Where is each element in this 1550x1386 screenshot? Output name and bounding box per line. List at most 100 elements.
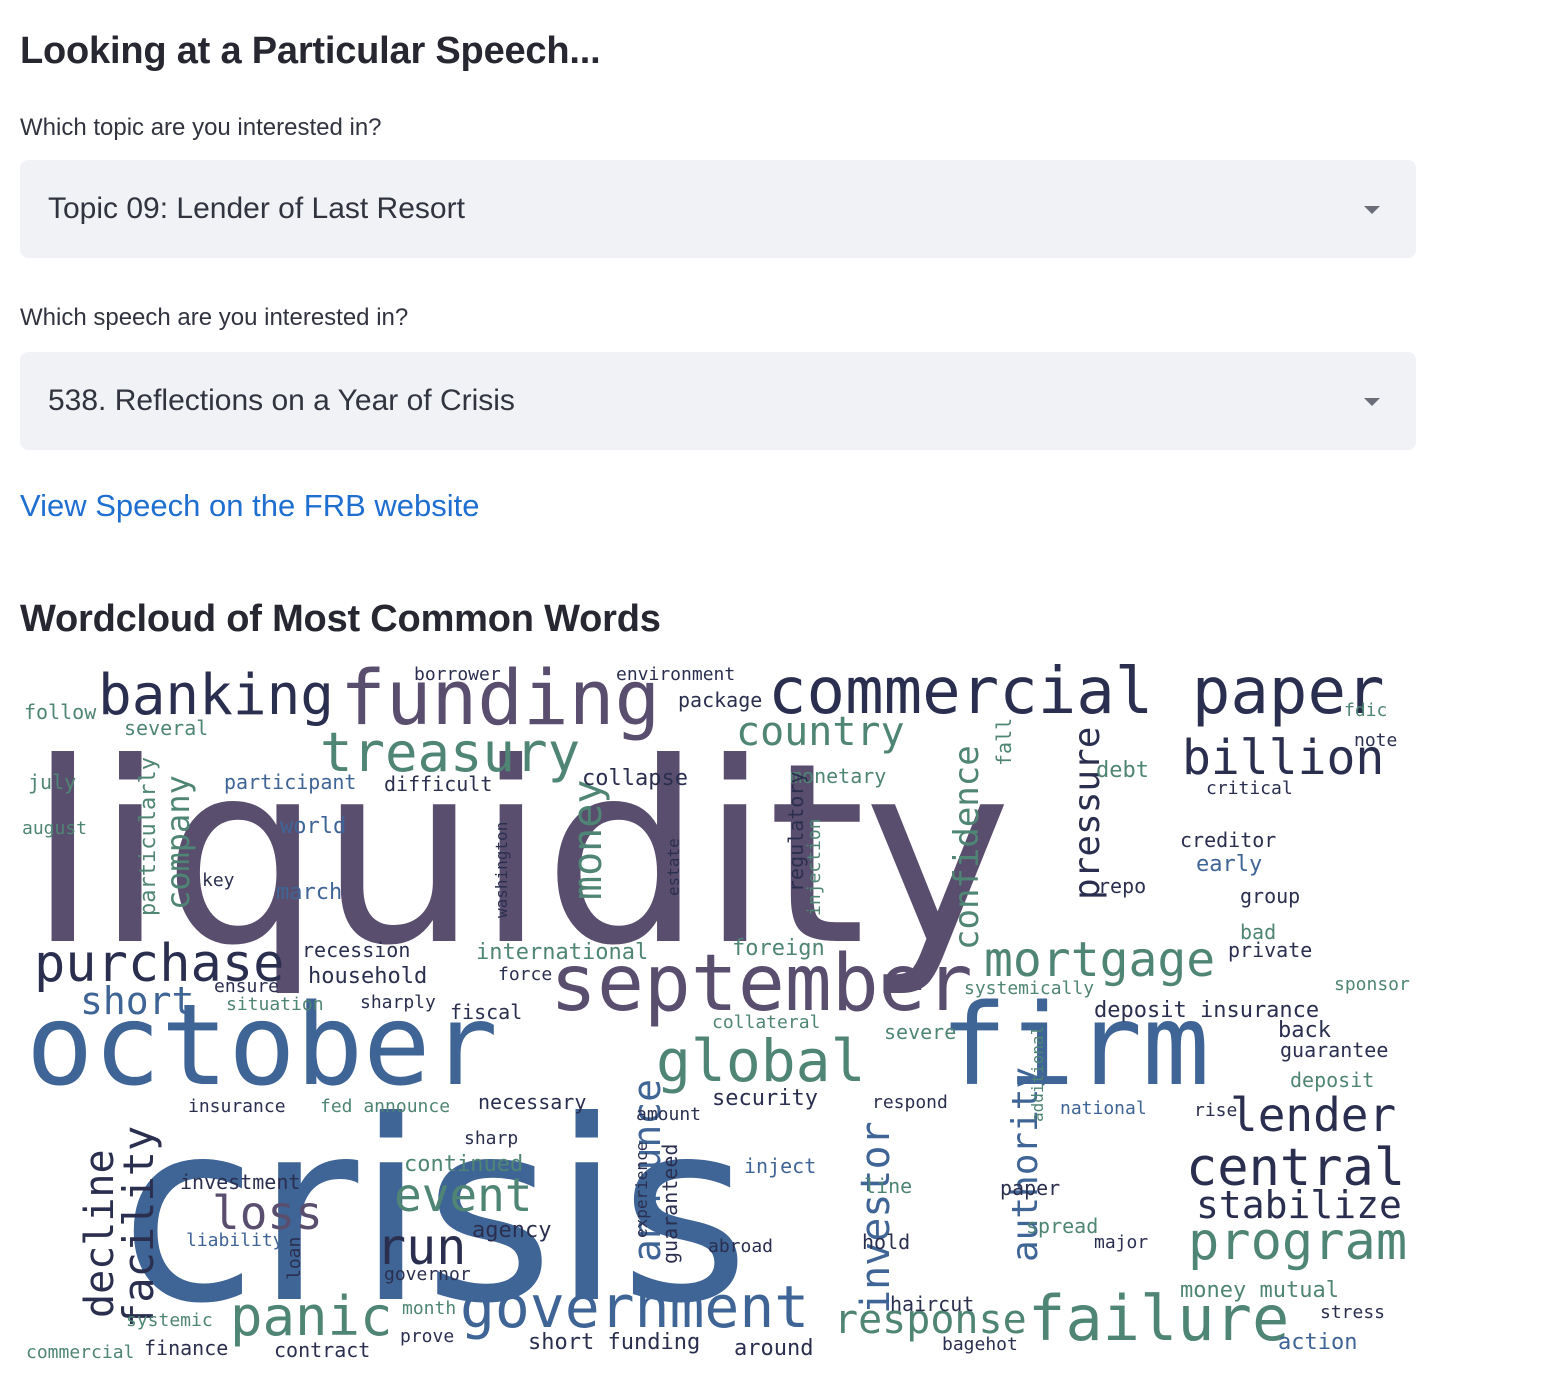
wordcloud-word: world	[280, 814, 347, 839]
wordcloud-word: necessary	[478, 1090, 587, 1114]
wordcloud-word: early	[1196, 852, 1263, 877]
wordcloud-word: stress	[1320, 1302, 1386, 1323]
wordcloud-word: fall	[992, 717, 1016, 766]
wordcloud-word: short funding	[528, 1330, 701, 1355]
wordcloud-word: severe	[884, 1020, 957, 1044]
wordcloud-word: particularly	[136, 757, 161, 916]
wordcloud-word: creditor	[1180, 828, 1277, 852]
topic-select[interactable]: Topic 09: Lender of Last Resort	[20, 160, 1416, 258]
wordcloud-word: participant	[224, 770, 357, 794]
wordcloud-word: lender	[1230, 1088, 1397, 1142]
wordcloud-word: haircut	[890, 1292, 975, 1316]
wordcloud-word: governor	[384, 1264, 471, 1285]
wordcloud-word: injection	[804, 818, 825, 916]
wordcloud-word: note	[1354, 730, 1398, 751]
wordcloud-word: mortgage	[984, 932, 1216, 988]
wordcloud-word: experience	[632, 1141, 651, 1238]
wordcloud-word: line	[864, 1174, 913, 1198]
wordcloud-word: spread	[1026, 1214, 1099, 1238]
wordcloud-word: debt	[1096, 758, 1149, 783]
view-speech-link[interactable]: View Speech on the FRB website	[20, 488, 480, 524]
wordcloud-word: borrower	[414, 664, 501, 685]
wordcloud-word: amount	[636, 1104, 702, 1125]
wordcloud-word: rise	[1194, 1100, 1238, 1121]
wordcloud-word: situation	[226, 994, 324, 1015]
wordcloud-word: inject	[744, 1154, 817, 1178]
wordcloud-word: stabilize	[1196, 1183, 1402, 1227]
wordcloud-word: panic	[230, 1285, 393, 1348]
wordcloud-word: hold	[862, 1230, 911, 1254]
wordcloud-word: government	[460, 1273, 810, 1341]
wordcloud-word: several	[124, 716, 209, 740]
wordcloud-word: company	[159, 775, 197, 910]
wordcloud-word: follow	[24, 700, 97, 724]
wordcloud-word: july	[28, 770, 77, 794]
wordcloud-word: sponsor	[1334, 974, 1410, 995]
chevron-down-icon	[1364, 206, 1380, 214]
wordcloud-word: sharp	[464, 1128, 519, 1149]
wordcloud-word: continued	[404, 1152, 524, 1177]
wordcloud-word: money	[565, 779, 611, 900]
wordcloud-word: collapse	[582, 766, 688, 791]
wordcloud-word: estate	[664, 838, 683, 896]
wordcloud-word: foreign	[732, 936, 825, 961]
wordcloud-word: event	[394, 1168, 533, 1222]
wordcloud-word: country	[736, 709, 905, 755]
wordcloud-word: package	[678, 688, 763, 712]
wordcloud-word: paper	[1000, 1176, 1061, 1200]
wordcloud-word: recession	[302, 938, 411, 962]
wordcloud-word: contract	[274, 1338, 371, 1362]
wordcloud-word: washington	[492, 821, 511, 918]
wordcloud-word: guarantee	[1280, 1038, 1389, 1062]
wordcloud-word: global	[656, 1027, 866, 1095]
speech-select-label: Which speech are you interested in?	[20, 304, 409, 331]
topic-select-value: Topic 09: Lender of Last Resort	[48, 192, 465, 225]
wordcloud-word: fed announce	[320, 1096, 451, 1117]
wordcloud-word: systemically	[964, 978, 1095, 999]
wordcloud-word: systemic	[126, 1310, 213, 1331]
wordcloud-word: around	[734, 1336, 814, 1361]
wordcloud-word: collateral	[712, 1012, 821, 1033]
wordcloud-word: fiscal	[450, 1000, 523, 1024]
wordcloud-word: national	[1060, 1098, 1147, 1119]
wordcloud-word: international	[476, 940, 649, 965]
wordcloud-word: environment	[616, 664, 736, 685]
wordcloud-word: short	[80, 979, 195, 1023]
wordcloud-word: investor	[853, 1121, 899, 1314]
wordcloud-word: agency	[472, 1218, 552, 1243]
wordcloud-word: additional	[1028, 1025, 1047, 1122]
wordcloud-word: guaranteed	[658, 1143, 682, 1264]
wordcloud-word: deposit	[1290, 1068, 1375, 1092]
wordcloud-word: investment	[180, 1170, 301, 1194]
wordcloud-word: critical	[1206, 778, 1293, 799]
speech-select[interactable]: 538. Reflections on a Year of Crisis	[20, 352, 1416, 450]
wordcloud-word: confidence	[947, 745, 987, 950]
wordcloud-word: facility	[114, 1125, 163, 1328]
wordcloud-word: month	[402, 1298, 457, 1319]
wordcloud-word: private	[1228, 938, 1313, 962]
wordcloud-word: decline	[77, 1149, 123, 1318]
wordcloud-word: major	[1094, 1232, 1149, 1253]
wordcloud-word: force	[498, 964, 553, 985]
wordcloud-word: prove	[400, 1326, 455, 1347]
wordcloud-word: bagehot	[942, 1334, 1018, 1355]
wordcloud-word: action	[1278, 1330, 1358, 1355]
wordcloud-word: august	[22, 818, 88, 839]
wordcloud-word: finance	[144, 1336, 229, 1360]
wordcloud-word: repo	[1098, 874, 1147, 898]
wordcloud-word: regulatory	[784, 771, 808, 892]
wordcloud-word: abroad	[708, 1236, 774, 1257]
wordcloud-word: money mutual	[1180, 1278, 1339, 1303]
wordcloud-title: Wordcloud of Most Common Words	[20, 598, 661, 640]
wordcloud-word: liability	[186, 1230, 284, 1251]
wordcloud-word: march	[276, 880, 343, 905]
speech-select-value: 538. Reflections on a Year of Crisis	[48, 384, 515, 417]
wordcloud-word: key	[202, 870, 235, 891]
wordcloud-word: loan	[284, 1236, 305, 1280]
wordcloud-word: household	[308, 964, 428, 989]
page-section-title: Looking at a Particular Speech...	[20, 30, 601, 72]
wordcloud-word: sharply	[360, 992, 436, 1013]
wordcloud-word: group	[1240, 884, 1301, 908]
wordcloud-word: difficult	[384, 772, 493, 796]
wordcloud: liquidity crisis october firm september fundi…	[20, 660, 1420, 1370]
